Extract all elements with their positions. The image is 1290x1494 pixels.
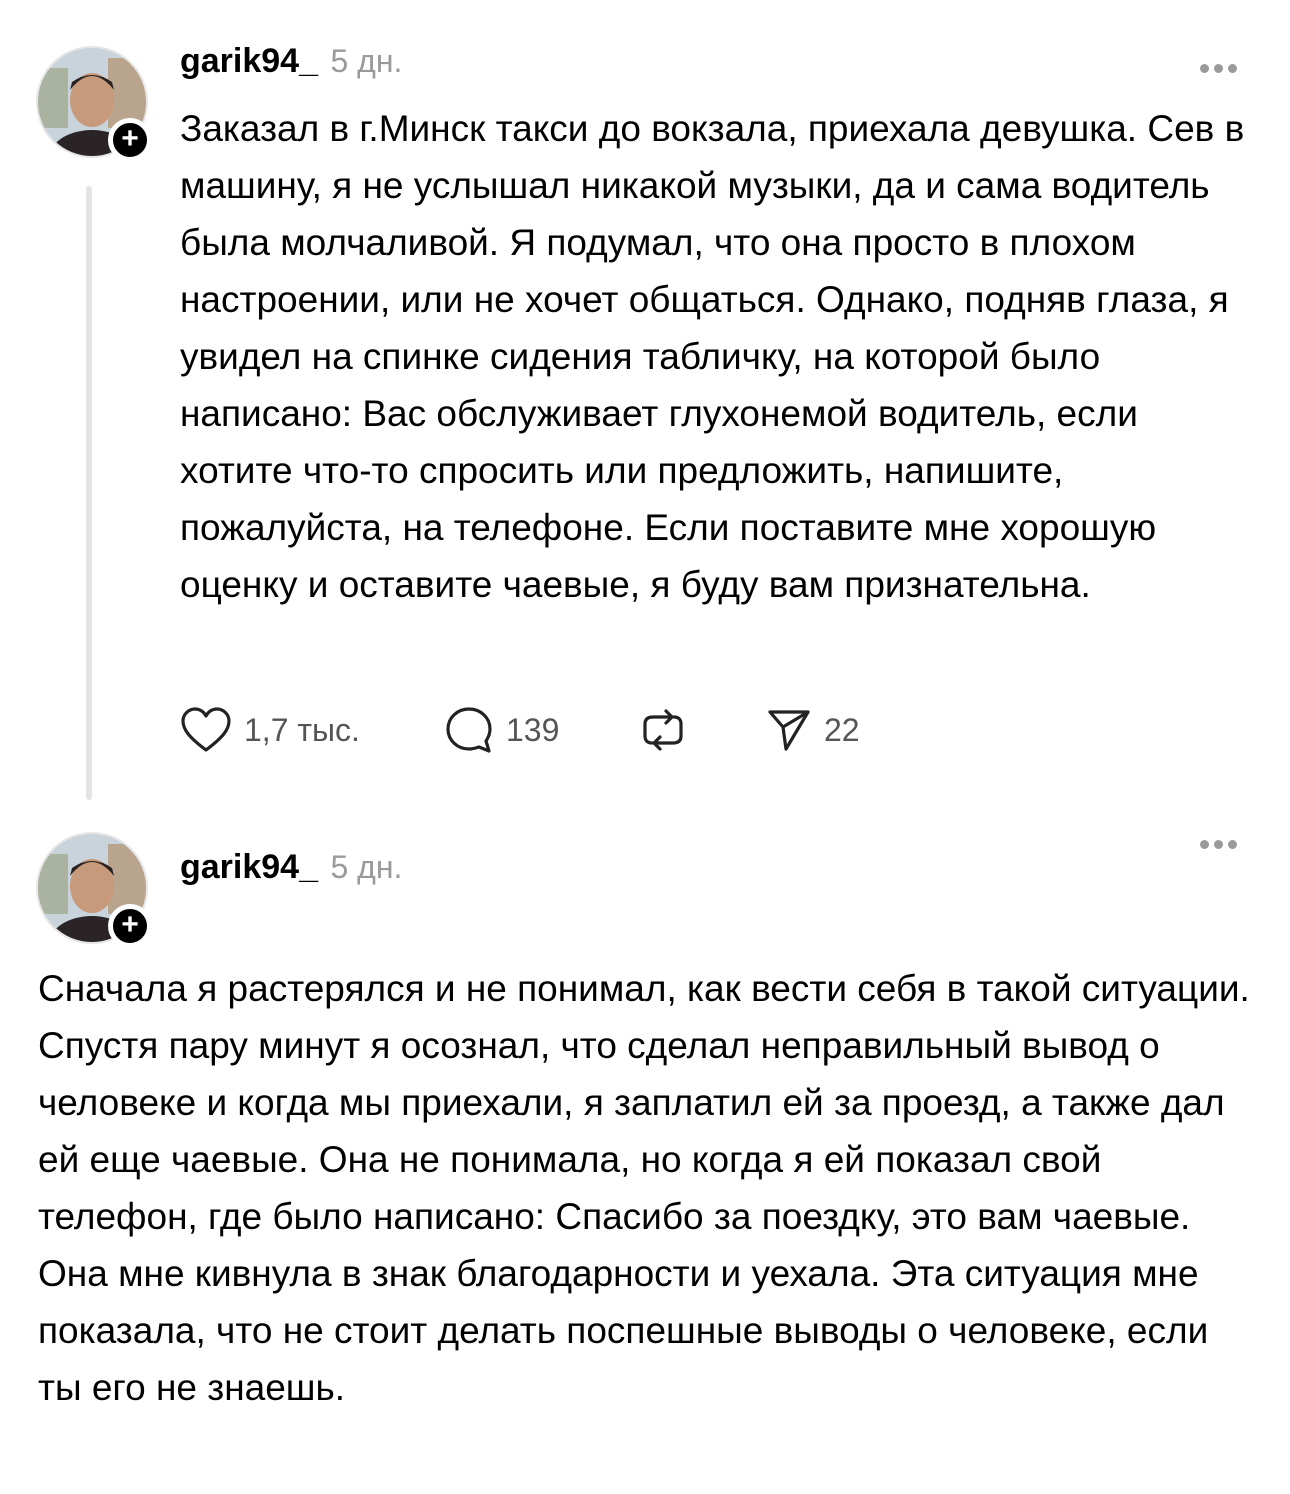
follow-button[interactable]: + [108,118,152,162]
send-icon [768,710,810,751]
more-icon[interactable] [1200,836,1244,849]
share-button[interactable]: 22 [766,702,860,758]
like-count: 1,7 тыс. [244,711,360,748]
thread-connector-line [86,186,92,800]
comment-icon [446,707,492,753]
share-count: 22 [824,711,860,748]
repost-button[interactable] [638,702,688,758]
follow-button[interactable]: + [108,904,152,948]
thread-post: + garik94_ 5 дн. Заказал в г.Минск такси… [0,0,1290,810]
post-actions: 1,7 тыс. 139 22 [180,702,940,758]
username[interactable]: garik94_ [180,848,318,886]
avatar-container[interactable]: + [36,832,152,948]
thread-post: + garik94_ 5 дн. Сначала я растерялся и … [0,810,1290,1494]
avatar-container[interactable]: + [36,46,152,162]
post-text: Заказал в г.Минск такси до вокзала, прие… [180,108,1245,605]
comment-count: 139 [506,711,560,748]
more-icon[interactable] [1200,60,1244,73]
comment-button[interactable]: 139 [444,702,559,758]
post-time: 5 дн. [330,849,403,885]
post-header: garik94_ 5 дн. [180,42,402,81]
like-button[interactable]: 1,7 тыс. [180,702,360,758]
post-text: Сначала я растерялся и не понимал, как в… [38,968,1250,1408]
heart-icon [181,707,231,752]
post-header: garik94_ 5 дн. [180,848,402,887]
post-time: 5 дн. [330,43,403,79]
username[interactable]: garik94_ [180,42,318,80]
repost-icon [643,709,683,751]
